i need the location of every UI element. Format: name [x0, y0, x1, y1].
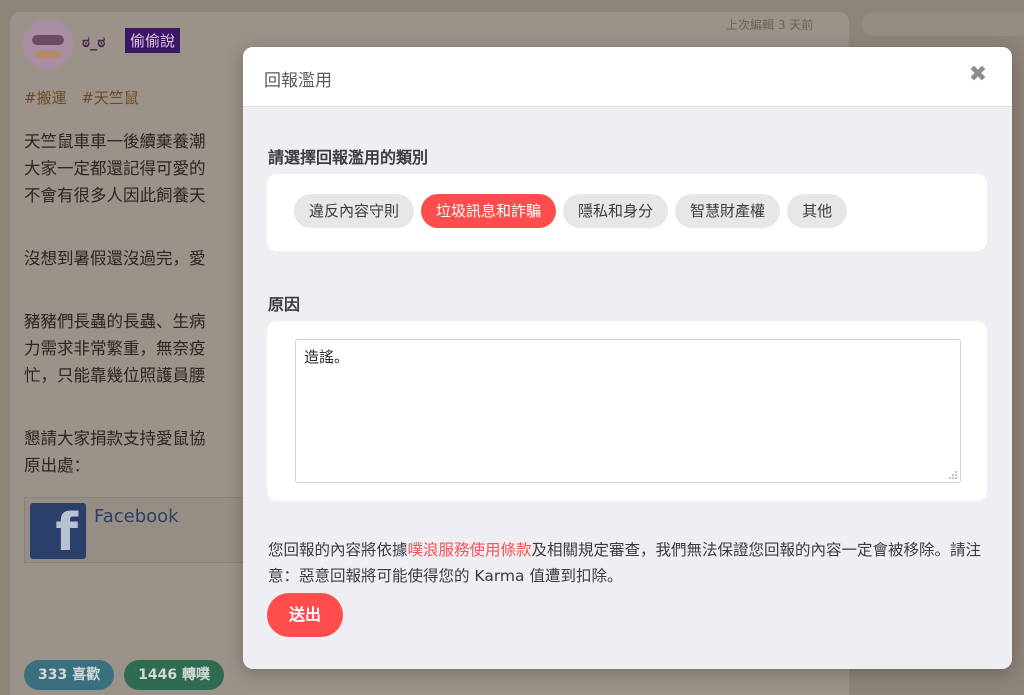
post-stats: 333 喜歡 1446 轉噗: [24, 660, 224, 690]
facebook-link-card[interactable]: f Facebook: [24, 497, 244, 563]
category-options: 違反內容守則 垃圾訊息和詐騙 隱私和身分 智慧財產權 其他: [294, 194, 848, 228]
avatar[interactable]: [23, 19, 73, 69]
post-line: 大家一定都還記得可愛的: [24, 159, 206, 178]
close-icon[interactable]: ✖: [966, 63, 990, 87]
category-label: 請選擇回報濫用的類別: [268, 148, 429, 167]
tag[interactable]: #天竺鼠: [81, 89, 139, 107]
post-line: 力需求非常繁重，無奈疫: [24, 339, 206, 358]
facebook-logo-icon: f: [30, 503, 86, 559]
post-line: 懇請大家捐款支持愛鼠協: [24, 429, 206, 448]
avatar-mouth: [35, 51, 61, 58]
reblogs-count[interactable]: 1446 轉噗: [124, 660, 224, 690]
post-line: 天竺鼠車車一後續棄養潮: [24, 132, 206, 151]
report-notice: 您回報的內容將依據噗浪服務使用條款及相關規定審查，我們無法保證您回報的內容一定會…: [268, 537, 993, 589]
category-option-ip[interactable]: 智慧財產權: [675, 194, 781, 228]
notice-text-before: 您回報的內容將依據: [268, 541, 408, 559]
report-abuse-dialog: 回報濫用 ✖ 請選擇回報濫用的類別 違反內容守則 垃圾訊息和詐騙 隱私和身分 智…: [243, 47, 1012, 669]
dialog-title: 回報濫用: [264, 71, 332, 91]
likes-count[interactable]: 333 喜歡: [24, 660, 115, 690]
post-line: 原出處：: [24, 456, 90, 475]
post-tags: #搬運 #天竺鼠: [24, 87, 149, 108]
category-option-privacy[interactable]: 隱私和身分: [563, 194, 669, 228]
post-body: 天竺鼠車車一後續棄養潮 大家一定都還記得可愛的 不會有很多人因此飼養天 沒想到暑…: [24, 128, 244, 479]
post-line: 不會有很多人因此飼養天: [24, 186, 206, 205]
tag[interactable]: #搬運: [24, 89, 67, 107]
facebook-label: Facebook: [94, 506, 179, 527]
post-badge: 偷偷說: [125, 28, 181, 53]
post-line: 豬豬們長蟲的長蟲、生病: [24, 312, 206, 331]
reason-textarea[interactable]: 造謠。: [295, 339, 961, 483]
post-line: 忙，只能靠幾位照護員腰: [24, 366, 206, 385]
category-option-other[interactable]: 其他: [787, 194, 848, 228]
dialog-header: 回報濫用 ✖: [243, 47, 1012, 107]
edited-timestamp: 上次編輯 3 天前: [726, 18, 814, 32]
reason-label: 原因: [268, 295, 301, 314]
avatar-eyes: [32, 35, 64, 45]
category-box: 違反內容守則 垃圾訊息和詐騙 隱私和身分 智慧財產權 其他: [267, 174, 987, 251]
resize-grip-icon[interactable]: [947, 469, 957, 479]
terms-of-service-link[interactable]: 噗浪服務使用條款: [408, 541, 532, 559]
right-panel-pill: [862, 12, 1024, 36]
post-line: 沒想到暑假還沒過完，愛: [24, 249, 206, 268]
reason-box: 造謠。: [267, 321, 987, 501]
category-option-guidelines[interactable]: 違反內容守則: [294, 194, 415, 228]
category-option-spam[interactable]: 垃圾訊息和詐騙: [421, 194, 557, 228]
username[interactable]: ಠ_ಠ: [82, 33, 105, 51]
submit-button[interactable]: 送出: [267, 593, 343, 637]
